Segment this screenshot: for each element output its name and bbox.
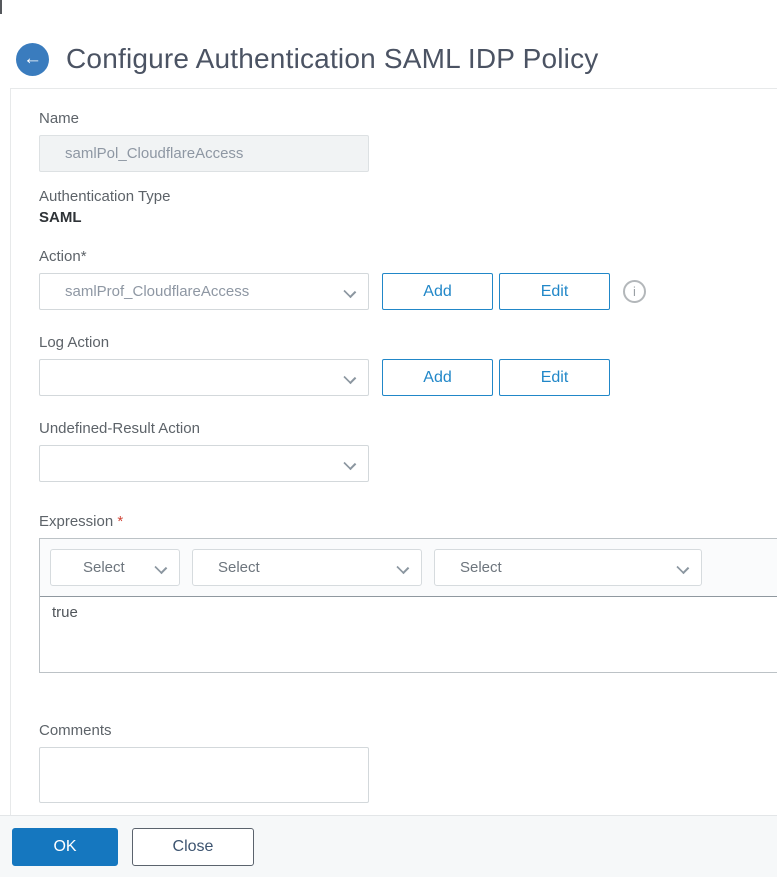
action-row: samlProf_CloudflareAccess Add Edit i xyxy=(39,273,777,310)
chevron-down-icon xyxy=(396,561,410,575)
expression-select-3[interactable]: Select xyxy=(434,549,702,586)
expression-label-text: Expression xyxy=(39,513,114,530)
chevron-down-icon xyxy=(676,561,690,575)
comments-section: Comments xyxy=(39,722,777,803)
undefined-action-select[interactable] xyxy=(39,445,369,482)
expression-toolbar: Select Select Select xyxy=(40,539,777,596)
chevron-down-icon xyxy=(154,561,168,575)
back-button[interactable]: ← xyxy=(16,42,49,76)
expression-textarea[interactable]: true xyxy=(40,596,777,672)
ok-button[interactable]: OK xyxy=(12,827,118,866)
expression-select-3-value: Select xyxy=(460,559,502,576)
chevron-down-icon xyxy=(343,285,357,299)
action-edit-button[interactable]: Edit xyxy=(499,273,610,310)
chevron-down-icon xyxy=(343,457,357,471)
close-button[interactable]: Close xyxy=(132,827,254,866)
expression-select-1[interactable]: Select xyxy=(50,549,180,586)
page-title: Configure Authentication SAML IDP Policy xyxy=(66,43,599,74)
expression-select-1-value: Select xyxy=(83,559,125,576)
expression-select-2[interactable]: Select xyxy=(192,549,422,586)
info-icon[interactable]: i xyxy=(623,280,646,303)
page-header: ← Configure Authentication SAML IDP Poli… xyxy=(0,0,777,88)
log-action-edit-button[interactable]: Edit xyxy=(499,359,610,396)
name-input: samlPol_CloudflareAccess xyxy=(39,135,369,172)
back-arrow-icon: ← xyxy=(23,47,42,69)
info-icon-glyph: i xyxy=(633,284,636,299)
log-action-add-button[interactable]: Add xyxy=(382,359,493,396)
footer-bar: OK Close xyxy=(0,815,777,877)
log-action-label: Log Action xyxy=(39,334,110,351)
action-label: Action* xyxy=(39,248,87,265)
form-panel: Name samlPol_CloudflareAccess Authentica… xyxy=(10,88,777,841)
undefined-action-label: Undefined-Result Action xyxy=(39,420,200,437)
name-label: Name xyxy=(39,110,80,127)
log-action-select[interactable] xyxy=(39,359,369,396)
auth-type-label: Authentication Type xyxy=(39,188,171,205)
action-add-button[interactable]: Add xyxy=(382,273,493,310)
required-asterisk: * xyxy=(117,513,124,530)
window-edge-artifact xyxy=(0,0,2,14)
expression-section: Expression * Select Select Select true xyxy=(39,513,777,673)
expression-select-2-value: Select xyxy=(218,559,260,576)
auth-type-value: SAML xyxy=(39,209,82,226)
log-action-row: Add Edit xyxy=(39,359,777,396)
comments-label: Comments xyxy=(39,722,112,739)
chevron-down-icon xyxy=(343,371,357,385)
expression-label: Expression * xyxy=(39,513,777,530)
action-select-value: samlProf_CloudflareAccess xyxy=(65,283,250,300)
name-input-value: samlPol_CloudflareAccess xyxy=(65,145,244,162)
comments-textarea[interactable] xyxy=(39,747,369,803)
expression-builder: Select Select Select true xyxy=(39,538,777,673)
action-select[interactable]: samlProf_CloudflareAccess xyxy=(39,273,369,310)
